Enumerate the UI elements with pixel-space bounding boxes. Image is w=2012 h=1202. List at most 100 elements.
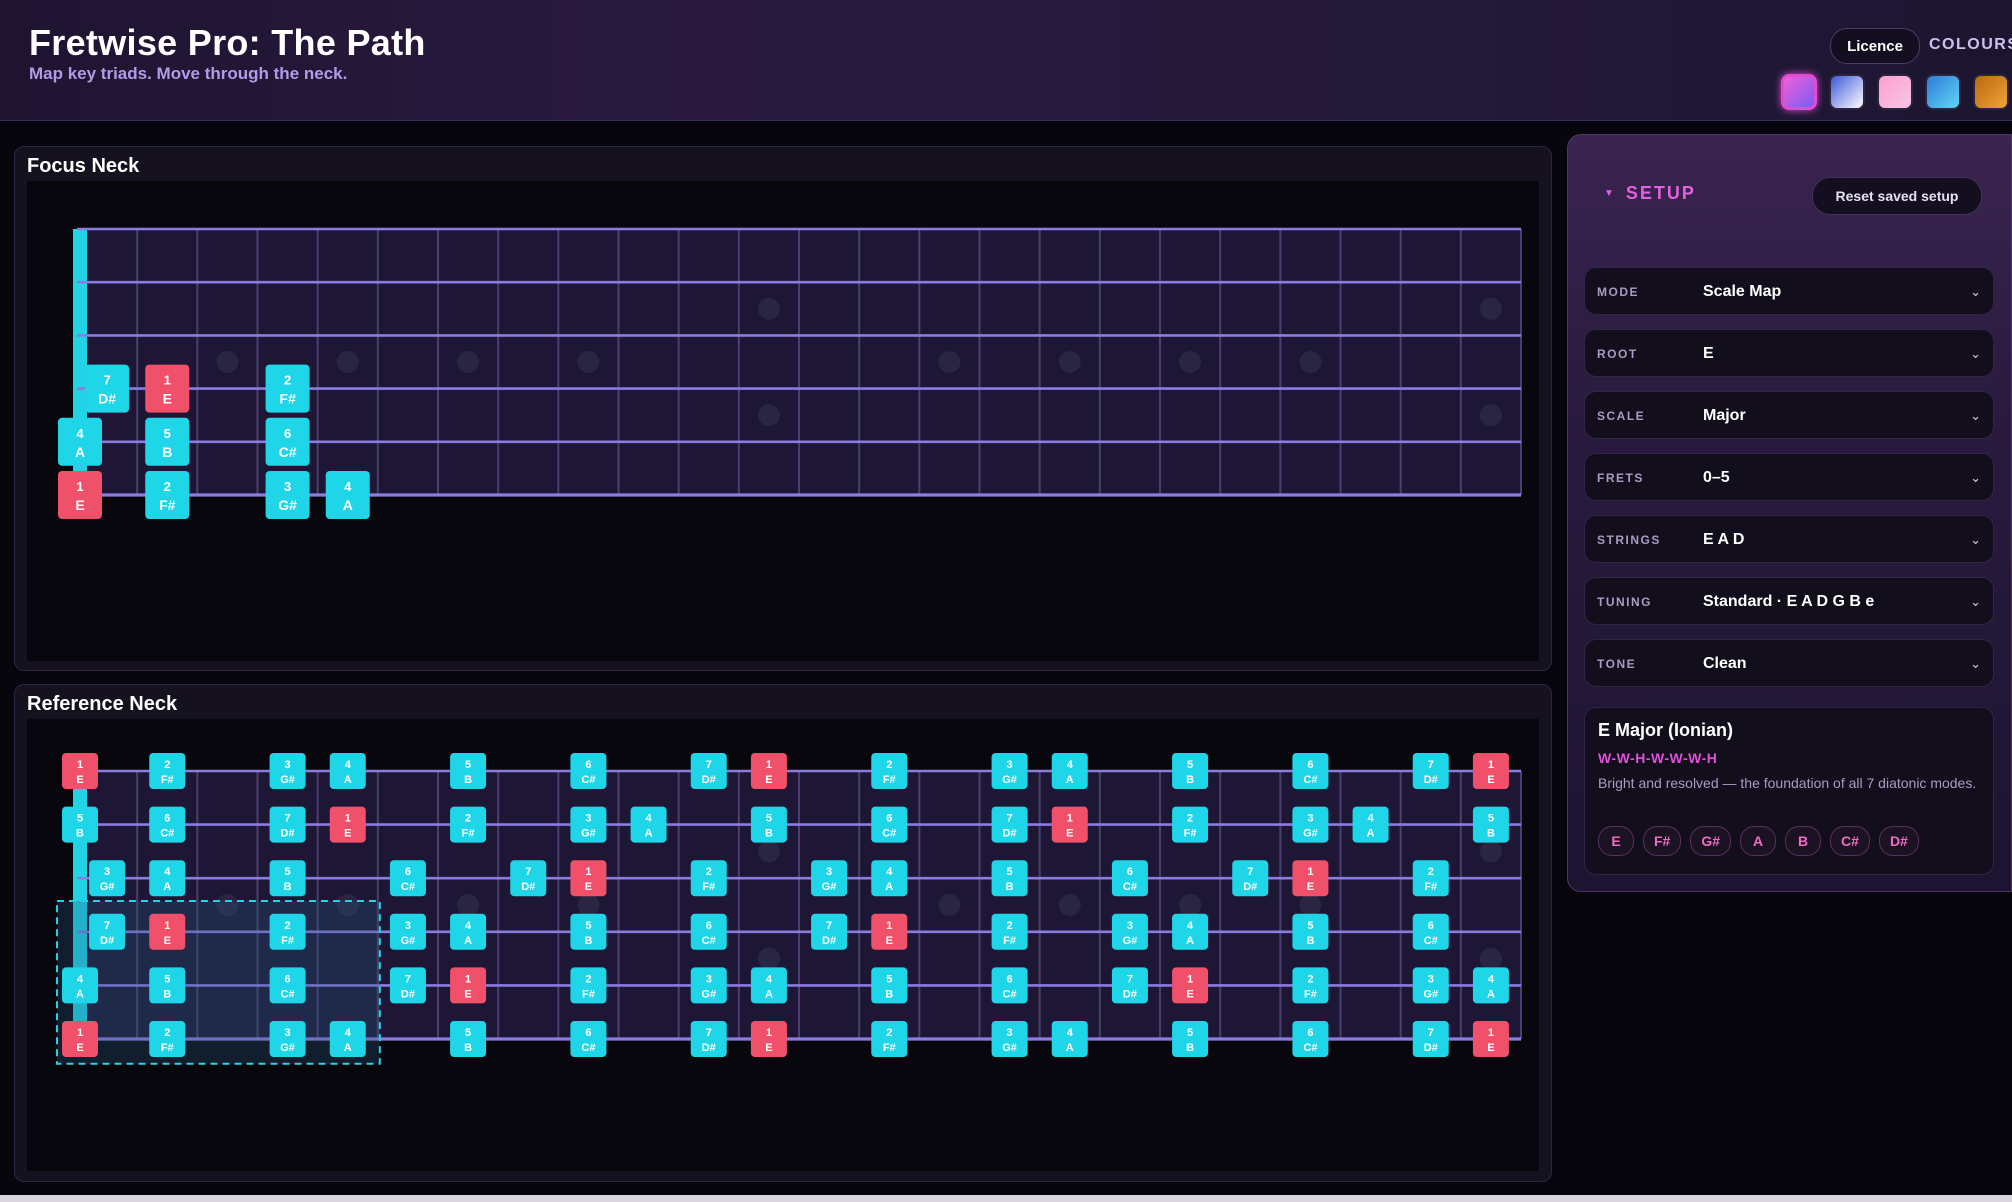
- scale-note-marker[interactable]: 5B: [269, 860, 306, 897]
- scale-note-marker[interactable]: 7 D#: [690, 753, 727, 789]
- scale-note-marker[interactable]: 5B: [750, 806, 787, 843]
- scale-note-marker[interactable]: 2 F#: [1412, 860, 1449, 897]
- scale-note-marker[interactable]: 4A: [630, 806, 667, 843]
- scale-note-marker[interactable]: 7 D#: [1412, 753, 1449, 789]
- scale-note-marker[interactable]: 2 F#: [149, 753, 186, 789]
- root-note-marker[interactable]: 1E: [1292, 860, 1329, 897]
- scale-note-marker[interactable]: 4A: [1051, 753, 1088, 789]
- scale-note-marker[interactable]: 5B: [145, 417, 190, 466]
- scale-note-marker[interactable]: 4A: [1472, 967, 1509, 1004]
- scale-note-marker[interactable]: 2 F#: [145, 471, 190, 519]
- root-note-marker[interactable]: 1E: [149, 913, 186, 950]
- strings-select[interactable]: STRINGS E A D ⌄: [1584, 515, 1994, 563]
- root-note-marker[interactable]: 1E: [871, 913, 908, 950]
- scale-note-marker[interactable]: 4A: [58, 417, 102, 466]
- scale-note-marker[interactable]: 6 C#: [149, 806, 186, 843]
- colour-swatch-sky[interactable]: [1925, 74, 1961, 110]
- note-chip[interactable]: E: [1598, 826, 1634, 856]
- note-chip[interactable]: A: [1740, 826, 1777, 856]
- focus-fretboard[interactable]: 1E2F#3G#4A4A5B6C#7D#1E2F#: [27, 181, 1539, 661]
- scale-note-marker[interactable]: 6 C#: [265, 417, 310, 466]
- scale-note-marker[interactable]: 6 C#: [871, 806, 908, 843]
- scale-note-marker[interactable]: 3 G#: [265, 471, 310, 519]
- scale-note-marker[interactable]: 4A: [149, 860, 186, 897]
- scale-note-marker[interactable]: 3 G#: [1111, 913, 1148, 950]
- scale-note-marker[interactable]: 3 G#: [991, 753, 1028, 789]
- mode-select[interactable]: MODE Scale Map ⌄: [1584, 267, 1994, 315]
- scale-note-marker[interactable]: 2 F#: [450, 806, 487, 843]
- scale-note-marker[interactable]: 2 F#: [871, 753, 908, 789]
- scale-note-marker[interactable]: 7 D#: [89, 913, 126, 950]
- scale-note-marker[interactable]: 7 D#: [991, 806, 1028, 843]
- scale-note-marker[interactable]: 5B: [450, 1021, 487, 1057]
- scale-note-marker[interactable]: 6 C#: [570, 753, 607, 789]
- licence-button[interactable]: Licence: [1830, 28, 1920, 64]
- scale-note-marker[interactable]: 5B: [1172, 753, 1209, 789]
- scale-note-marker[interactable]: 2 F#: [690, 860, 727, 897]
- note-chip[interactable]: G#: [1690, 826, 1732, 856]
- root-note-marker[interactable]: 1E: [1472, 1021, 1509, 1057]
- root-note-marker[interactable]: 1E: [750, 1021, 787, 1057]
- scale-note-marker[interactable]: 2 F#: [991, 913, 1028, 950]
- root-note-marker[interactable]: 1E: [1172, 967, 1209, 1004]
- root-note-marker[interactable]: 1E: [1472, 753, 1509, 789]
- scale-note-marker[interactable]: 2 F#: [265, 364, 310, 413]
- scale-note-marker[interactable]: 5B: [991, 860, 1028, 897]
- scale-note-marker[interactable]: 4A: [325, 471, 370, 519]
- scale-note-marker[interactable]: 5B: [570, 913, 607, 950]
- scale-note-marker[interactable]: 4A: [62, 967, 98, 1004]
- setup-toggle[interactable]: ▼ SETUP: [1604, 183, 1696, 204]
- scale-note-marker[interactable]: 7 D#: [1111, 967, 1148, 1004]
- scale-note-marker[interactable]: 6 C#: [690, 913, 727, 950]
- scale-note-marker[interactable]: 5B: [450, 753, 487, 789]
- scale-note-marker[interactable]: 5B: [871, 967, 908, 1004]
- root-note-marker[interactable]: 1E: [145, 364, 190, 413]
- tuning-select[interactable]: TUNING Standard · E A D G B e ⌄: [1584, 577, 1994, 625]
- scale-note-marker[interactable]: 7 D#: [269, 806, 306, 843]
- scale-note-marker[interactable]: 4A: [450, 913, 487, 950]
- scale-note-marker[interactable]: 6 C#: [1292, 1021, 1329, 1057]
- scale-note-marker[interactable]: 7 D#: [389, 967, 426, 1004]
- scale-note-marker[interactable]: 4A: [329, 1021, 366, 1057]
- scale-note-marker[interactable]: 3 G#: [389, 913, 426, 950]
- scale-select[interactable]: SCALE Major ⌄: [1584, 391, 1994, 439]
- note-chip[interactable]: B: [1785, 826, 1822, 856]
- scale-note-marker[interactable]: 3 G#: [1412, 967, 1449, 1004]
- scale-note-marker[interactable]: 4A: [329, 753, 366, 789]
- scale-note-marker[interactable]: 2 F#: [149, 1021, 186, 1057]
- colour-swatch-blue-white[interactable]: [1829, 74, 1865, 110]
- root-note-marker[interactable]: 1E: [450, 967, 487, 1004]
- root-note-marker[interactable]: 1E: [570, 860, 607, 897]
- scale-note-marker[interactable]: 5B: [62, 806, 98, 843]
- scale-note-marker[interactable]: 3 G#: [811, 860, 848, 897]
- root-note-marker[interactable]: 1E: [62, 1021, 98, 1057]
- scale-note-marker[interactable]: 5B: [1172, 1021, 1209, 1057]
- scale-note-marker[interactable]: 6 C#: [389, 860, 426, 897]
- root-note-marker[interactable]: 1E: [750, 753, 787, 789]
- scale-note-marker[interactable]: 7 D#: [690, 1021, 727, 1057]
- root-note-marker[interactable]: 1E: [58, 471, 102, 519]
- colour-swatch-pink[interactable]: [1877, 74, 1913, 110]
- scale-note-marker[interactable]: 2 F#: [871, 1021, 908, 1057]
- tone-select[interactable]: TONE Clean ⌄: [1584, 639, 1994, 687]
- frets-select[interactable]: FRETS 0–5 ⌄: [1584, 453, 1994, 501]
- scale-note-marker[interactable]: 7 D#: [811, 913, 848, 950]
- scale-note-marker[interactable]: 3 G#: [570, 806, 607, 843]
- scale-note-marker[interactable]: 2 F#: [1292, 967, 1329, 1004]
- scale-note-marker[interactable]: 7 D#: [1232, 860, 1269, 897]
- scale-note-marker[interactable]: 6 C#: [570, 1021, 607, 1057]
- colour-swatch-magenta-cyan[interactable]: [1781, 74, 1817, 110]
- scale-note-marker[interactable]: 6 C#: [1292, 753, 1329, 789]
- scale-note-marker[interactable]: 3 G#: [991, 1021, 1028, 1057]
- scale-note-marker[interactable]: 2 F#: [570, 967, 607, 1004]
- scale-note-marker[interactable]: 4A: [1352, 806, 1389, 843]
- scale-note-marker[interactable]: 6 C#: [1412, 913, 1449, 950]
- scale-note-marker[interactable]: 6 C#: [991, 967, 1028, 1004]
- note-chip[interactable]: F#: [1643, 826, 1682, 856]
- reset-saved-setup-button[interactable]: Reset saved setup: [1812, 177, 1982, 215]
- root-note-marker[interactable]: 1E: [1051, 806, 1088, 843]
- root-select[interactable]: ROOT E ⌄: [1584, 329, 1994, 377]
- colour-swatch-amber[interactable]: [1973, 74, 2009, 110]
- root-note-marker[interactable]: 1E: [329, 806, 366, 843]
- note-chip[interactable]: D#: [1878, 826, 1919, 856]
